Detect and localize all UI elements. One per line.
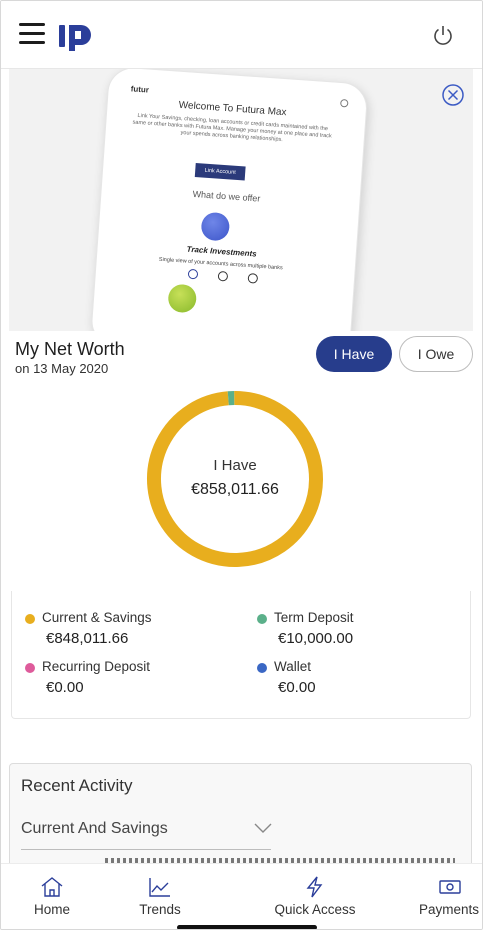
trends-icon	[149, 878, 170, 897]
legend-value: €848,011.66	[46, 630, 129, 647]
legend-label: Wallet	[274, 659, 312, 674]
net-worth-date: on 13 May 2020	[15, 361, 109, 376]
account-type-selected: Current And Savings	[21, 820, 168, 837]
nav-payments[interactable]: Payments	[410, 864, 482, 922]
i-owe-toggle[interactable]: I Owe	[399, 336, 473, 372]
nav-home[interactable]: Home	[11, 864, 93, 922]
carousel-dot	[247, 272, 259, 284]
net-worth-title: My Net Worth	[15, 339, 125, 359]
home-indicator	[177, 925, 317, 929]
lightning-icon	[306, 876, 323, 898]
home-icon	[41, 877, 63, 897]
phone-brand: futur	[130, 84, 150, 95]
legend-dot	[257, 614, 267, 624]
bottom-navigation: Home Trends Quick Access Payments	[1, 863, 482, 929]
phone-illustration: futur Welcome To Futura Max Link Your Sa…	[89, 69, 372, 331]
nav-trends[interactable]: Trends	[119, 864, 201, 922]
chevron-down-icon	[254, 823, 272, 833]
legend-value: €0.00	[46, 679, 84, 696]
phone-screen: futur Welcome To Futura Max Link Your Sa…	[89, 69, 369, 331]
nav-home-label: Home	[33, 902, 70, 917]
account-type-dropdown[interactable]: Current And Savings	[21, 820, 272, 850]
hamburger-menu-icon[interactable]	[19, 23, 45, 45]
investment-icon	[200, 211, 231, 242]
donut-slice-current-savings	[147, 391, 323, 567]
payments-icon	[439, 880, 461, 894]
legend-label: Term Deposit	[274, 610, 354, 625]
carousel-dot	[217, 270, 229, 282]
legend-card: Current & Savings €848,011.66 Term Depos…	[11, 591, 471, 719]
nav-quick-access-label: Quick Access	[274, 902, 356, 917]
legend-label: Recurring Deposit	[42, 659, 151, 674]
legend-value: €10,000.00	[278, 630, 354, 647]
recent-activity-title: Recent Activity	[21, 776, 133, 795]
goal-icon	[167, 283, 198, 314]
legend-dot	[257, 663, 267, 673]
legend-value: €0.00	[278, 679, 316, 696]
app-screen: futur Welcome To Futura Max Link Your Sa…	[0, 0, 483, 930]
offer-heading: What do we offer	[192, 188, 261, 204]
welcome-banner: futur Welcome To Futura Max Link Your Sa…	[9, 69, 473, 331]
top-bar	[1, 1, 482, 69]
nav-trends-label: Trends	[139, 902, 181, 917]
donut-center-label: I Have	[213, 457, 257, 474]
i-have-toggle[interactable]: I Have	[316, 336, 392, 372]
nav-quick-access[interactable]: Quick Access	[259, 864, 371, 922]
legend-dot	[25, 663, 35, 673]
camera-icon	[340, 99, 349, 108]
futura-logo-icon	[59, 25, 91, 51]
link-account-button: Link Account	[194, 163, 246, 181]
carousel-dots	[184, 268, 265, 287]
legend-dot	[25, 614, 35, 624]
carousel-dot	[187, 268, 199, 280]
legend-label: Current & Savings	[42, 610, 152, 625]
donut-center-value: €858,011.66	[191, 481, 279, 498]
power-icon[interactable]	[431, 23, 455, 47]
nav-payments-label: Payments	[418, 902, 480, 917]
close-circle-icon[interactable]	[441, 83, 465, 107]
